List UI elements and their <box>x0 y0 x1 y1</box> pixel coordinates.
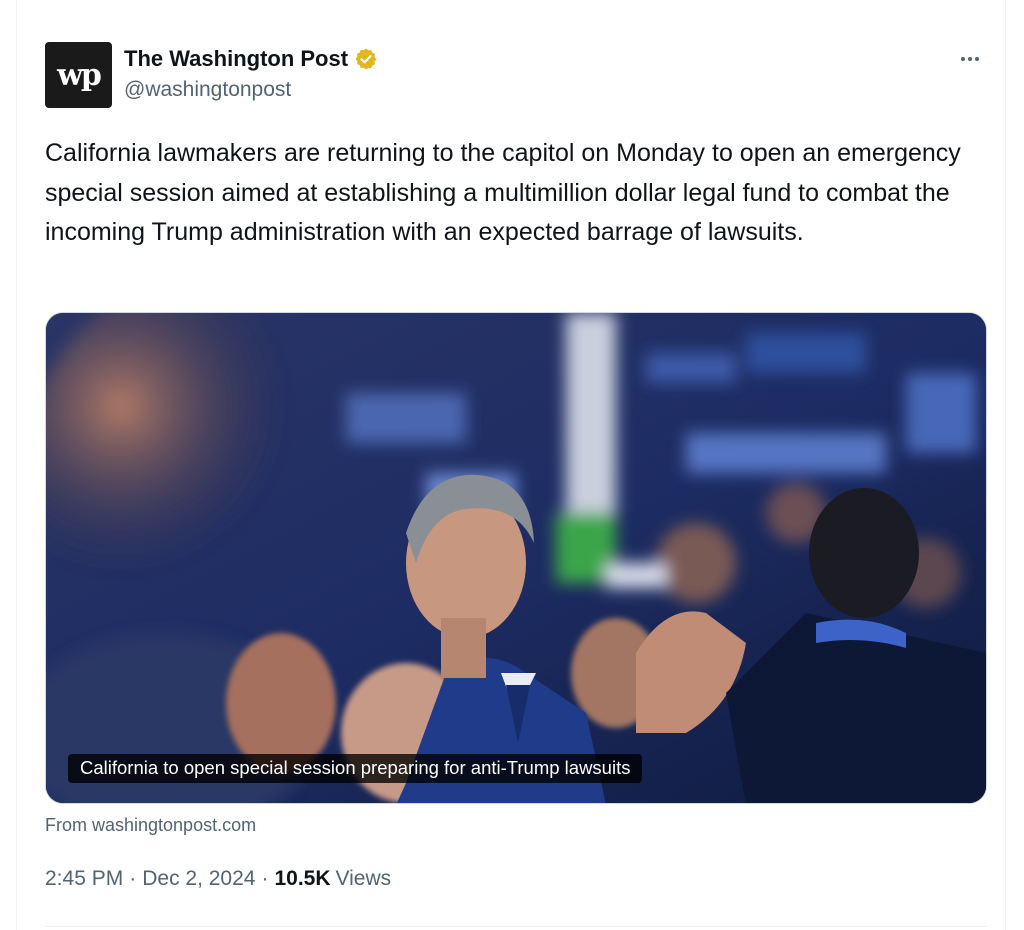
link-card-caption: California to open special session prepa… <box>68 754 643 783</box>
tweet-date[interactable]: Dec 2, 2024 <box>142 867 255 891</box>
views-label: Views <box>335 867 392 890</box>
author-name-row: The Washington Post <box>124 44 378 74</box>
author-name[interactable]: The Washington Post <box>124 46 348 72</box>
tweet-time[interactable]: 2:45 PM <box>45 867 123 891</box>
views-count[interactable]: 10.5K <box>274 867 330 891</box>
meta-separator: · <box>129 867 137 890</box>
avatar-logo-text: wp <box>57 57 102 93</box>
more-options-icon[interactable] <box>952 44 988 74</box>
avatar[interactable]: wp <box>45 42 112 108</box>
meta-separator: · <box>261 867 269 890</box>
crowd-photo <box>46 313 986 803</box>
verified-badge-icon <box>355 48 377 70</box>
tweet-meta: 2:45 PM · Dec 2, 2024 · 10.5K Views <box>45 867 391 891</box>
tweet-text: California lawmakers are returning to th… <box>45 139 961 246</box>
link-card-image[interactable]: California to open special session prepa… <box>45 312 987 804</box>
link-source[interactable]: From washingtonpost.com <box>45 815 256 836</box>
author-handle[interactable]: @washingtonpost <box>124 78 291 102</box>
divider <box>45 926 987 927</box>
